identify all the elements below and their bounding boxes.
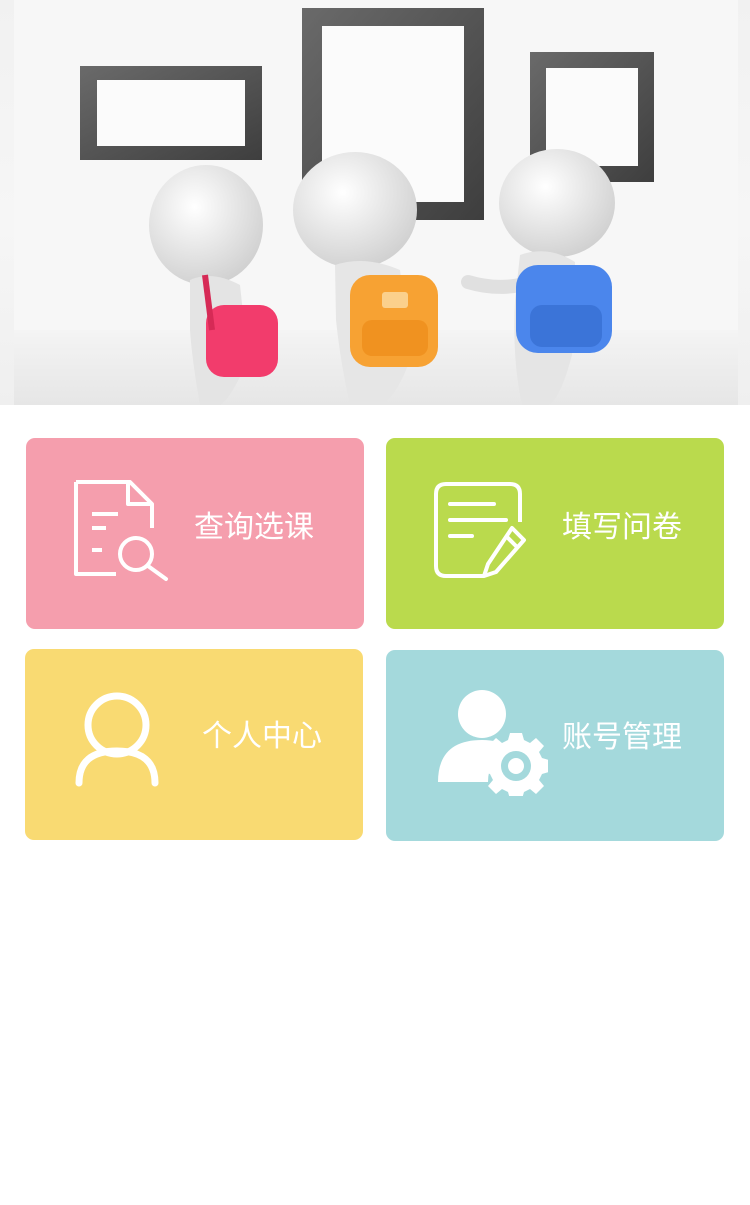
tile-label-account-management: 账号管理 <box>562 720 682 755</box>
tile-label-personal-center: 个人中心 <box>202 719 322 754</box>
banner-image <box>0 0 750 405</box>
document-search-icon <box>74 480 168 581</box>
document-edit-icon <box>434 482 526 578</box>
personal-center-button[interactable]: 个人中心 <box>25 649 363 840</box>
tile-label-query-course: 查询选课 <box>194 510 314 545</box>
tile-label-fill-questionnaire: 填写问卷 <box>562 510 682 545</box>
account-management-button[interactable]: 账号管理 <box>386 650 724 841</box>
user-icon <box>75 692 159 787</box>
query-course-selection-button[interactable]: 查询选课 <box>26 438 364 629</box>
fill-questionnaire-button[interactable]: 填写问卷 <box>386 438 724 629</box>
banner-illustration <box>14 0 738 405</box>
user-settings-icon <box>438 690 548 796</box>
